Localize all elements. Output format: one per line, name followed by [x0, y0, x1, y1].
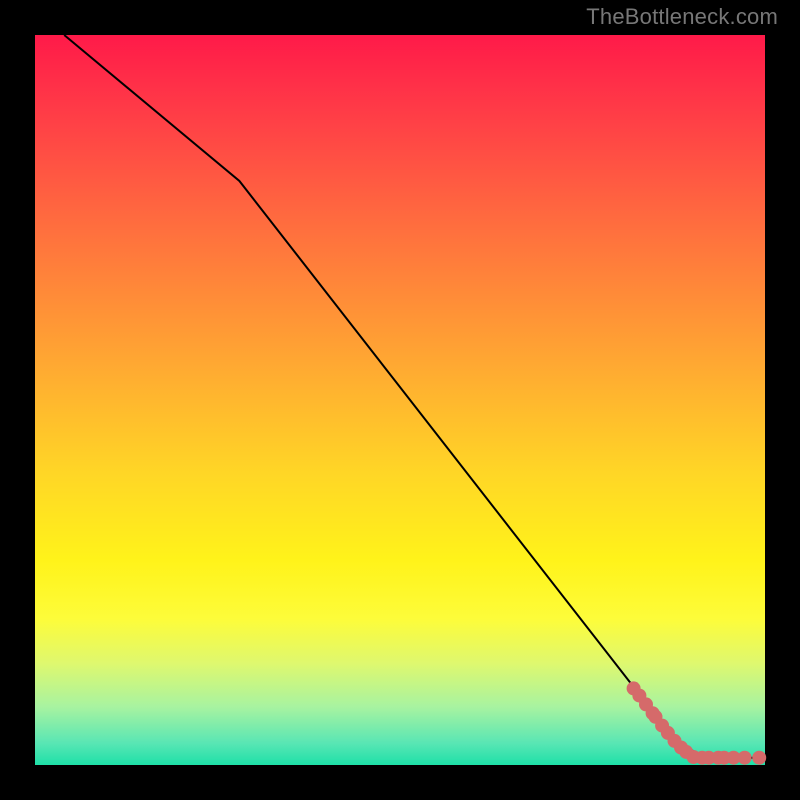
data-markers	[627, 681, 767, 764]
chart-overlay	[35, 35, 765, 765]
data-point	[738, 751, 752, 765]
data-point	[752, 751, 766, 765]
bottleneck-curve	[64, 35, 765, 758]
attribution-text: TheBottleneck.com	[586, 4, 778, 30]
